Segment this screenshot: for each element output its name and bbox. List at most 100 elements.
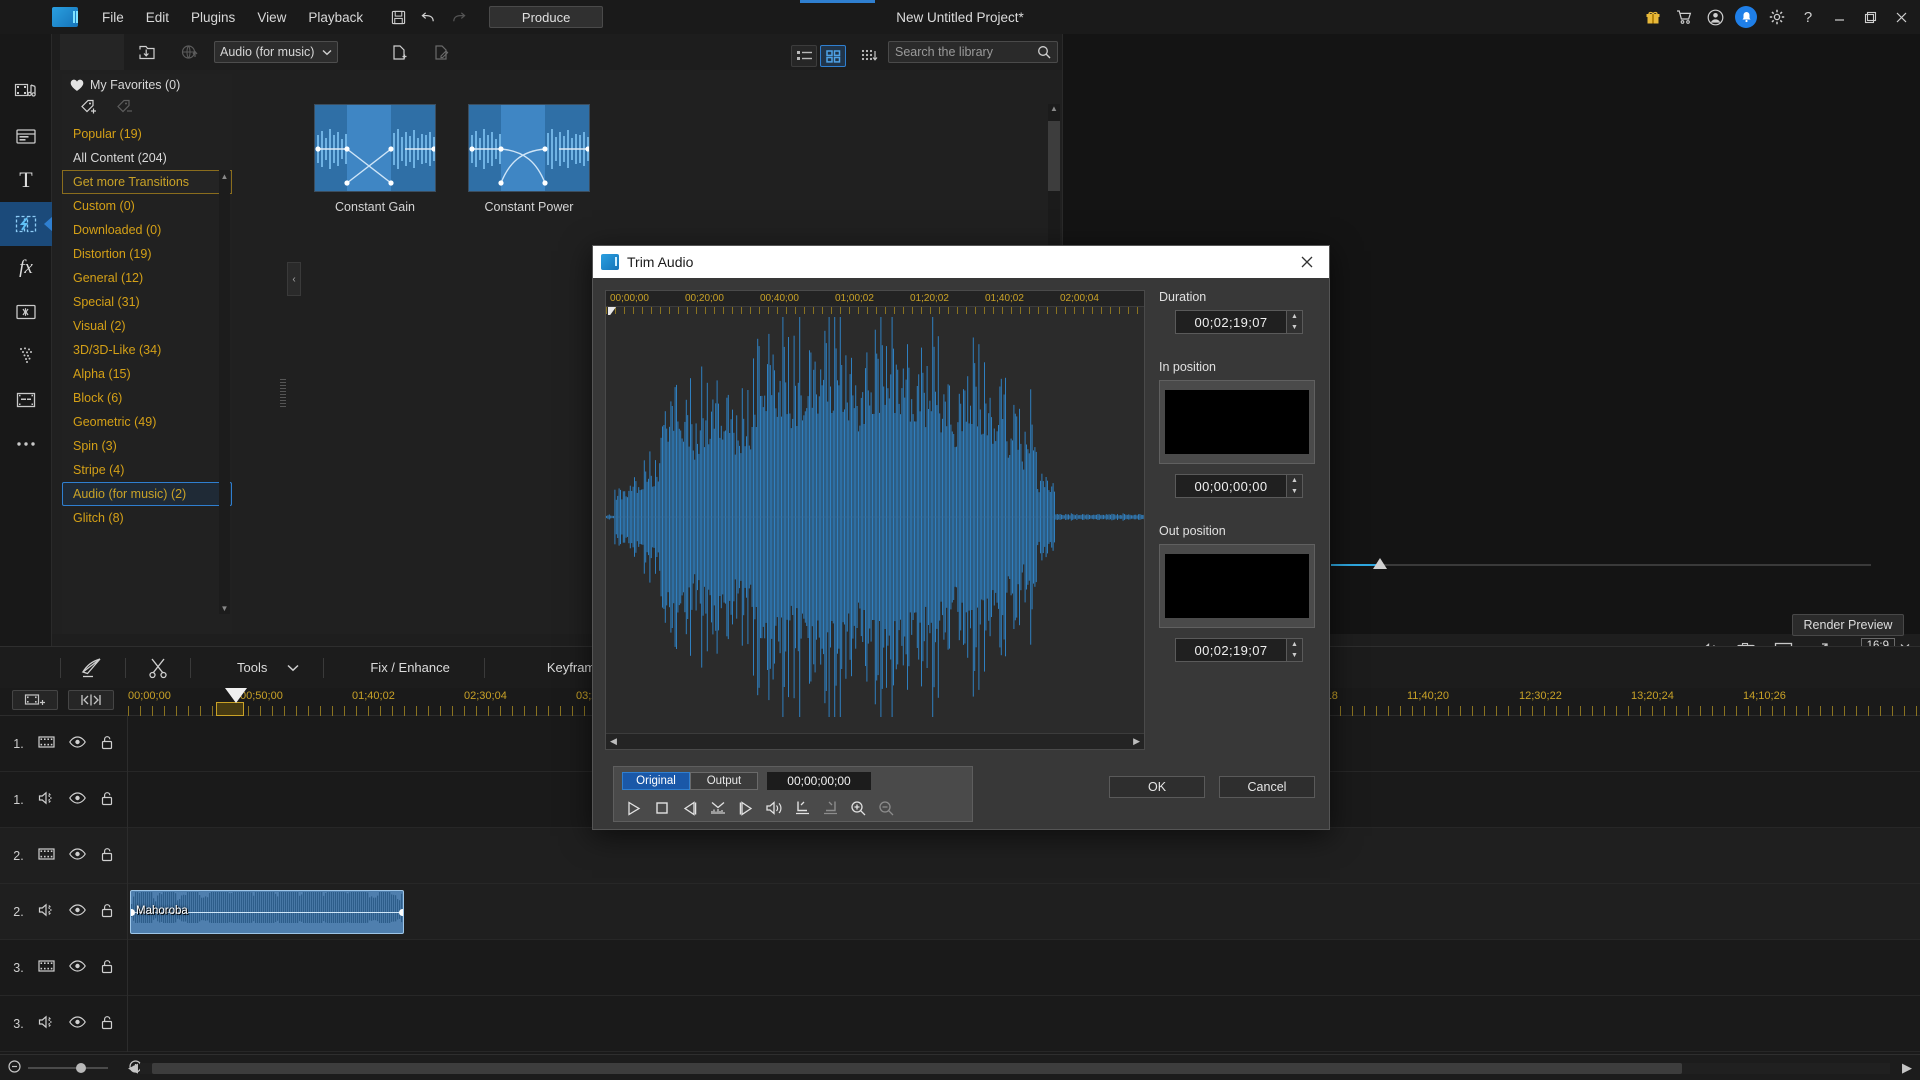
track-row[interactable]: 3. [0,996,1920,1052]
menu-item-edit[interactable]: Edit [136,5,179,30]
search-input[interactable]: Search the library [888,41,1058,63]
category-item[interactable]: Special (31) [62,290,232,314]
tab-original[interactable]: Original [622,772,690,790]
category-item[interactable]: Block (6) [62,386,232,410]
clip-handle-right[interactable] [399,909,404,916]
track-lock-icon[interactable] [100,735,114,753]
scroll-right-icon[interactable]: ▶ [1902,1060,1912,1076]
fix-enhance-button[interactable]: Fix / Enhance [360,660,460,675]
cart-icon[interactable] [1673,6,1695,28]
in-position-thumbnail[interactable] [1159,380,1315,464]
menu-item-playback[interactable]: Playback [298,5,373,30]
gear-icon[interactable] [1766,6,1788,28]
stop-icon[interactable] [648,796,676,820]
waveform-ruler[interactable]: 00;00;0000;20;0000;40;0001;00;0201;20;02… [606,291,1144,307]
scroll-up-icon[interactable]: ▲ [219,170,230,182]
category-item[interactable]: Stripe (4) [62,458,232,482]
library-tab[interactable] [60,34,124,70]
detail-view-button[interactable] [852,41,886,71]
zoom-out-icon[interactable] [8,1060,21,1076]
category-item[interactable]: Distortion (19) [62,242,232,266]
tab-output[interactable]: Output [690,772,758,790]
sidebar-item-subtitle[interactable] [0,378,52,422]
category-item[interactable]: All Content (204) [62,146,232,170]
mark-out-icon[interactable] [816,796,844,820]
scroll-thumb[interactable] [152,1063,1682,1074]
list-item[interactable]: Constant Gain [314,104,436,214]
sidebar-item-effects[interactable]: fx [0,246,52,290]
globe-download-icon[interactable] [172,37,206,67]
category-item[interactable]: Spin (3) [62,434,232,458]
category-item[interactable]: 3D/3D-Like (34) [62,338,232,362]
collapse-panel-button[interactable]: ‹ [287,262,301,296]
scroll-right-icon[interactable]: ▶ [1133,736,1140,747]
category-item[interactable]: Visual (2) [62,314,232,338]
category-item[interactable]: Downloaded (0) [62,218,232,242]
track-lock-icon[interactable] [100,959,114,977]
waveform-icon[interactable] [704,796,732,820]
grid-view-button[interactable] [820,45,846,67]
list-item[interactable]: Constant Power [468,104,590,214]
track-lock-icon[interactable] [100,1015,114,1033]
play-icon[interactable] [620,796,648,820]
sidebar-item-overlays[interactable] [0,290,52,334]
category-item[interactable]: Custom (0) [62,194,232,218]
gift-icon[interactable] [1642,6,1664,28]
snap-icon[interactable] [68,690,114,710]
cancel-button[interactable]: Cancel [1219,776,1315,798]
produce-button[interactable]: Produce [489,6,603,28]
list-view-button[interactable] [791,45,817,67]
category-item[interactable]: Geometric (49) [62,410,232,434]
waveform-panel[interactable]: 00;00;0000;20;0000;40;0001;00;0201;20;02… [605,290,1145,750]
sidebar-item-more[interactable] [0,422,52,466]
save-icon[interactable] [385,5,411,29]
category-item[interactable]: Popular (19) [62,122,232,146]
track-lock-icon[interactable] [100,791,114,809]
add-tag-icon[interactable] [80,98,102,116]
track-row[interactable]: 3. [0,940,1920,996]
waveform-canvas[interactable] [606,315,1144,719]
track-visibility-icon[interactable] [69,792,86,807]
notification-bell-icon[interactable] [1735,6,1757,28]
remove-tag-icon[interactable] [116,98,138,116]
duration-value[interactable]: 00;02;19;07 [1175,310,1287,334]
scroll-down-icon[interactable]: ▼ [219,602,230,614]
out-position-value[interactable]: 00;02;19;07 [1175,638,1287,662]
minimize-button[interactable] [1828,6,1850,28]
track-row[interactable]: 2.Mahoroba [0,884,1920,940]
category-item[interactable]: General (12) [62,266,232,290]
out-position-stepper[interactable]: ▲▼ [1287,638,1303,662]
in-position-stepper[interactable]: ▲▼ [1287,474,1303,498]
category-item[interactable]: Alpha (15) [62,362,232,386]
audio-clip[interactable]: Mahoroba [130,890,404,934]
track-visibility-icon[interactable] [69,736,86,751]
sidebar-item-transitions[interactable] [0,202,52,246]
sidebar-item-media[interactable] [0,70,52,114]
duration-stepper[interactable]: ▲▼ [1287,310,1303,334]
scissors-icon[interactable] [138,653,178,683]
track-visibility-icon[interactable] [69,848,86,863]
track-visibility-icon[interactable] [69,1016,86,1031]
help-icon[interactable]: ? [1797,6,1819,28]
zoom-slider-handle[interactable] [76,1063,86,1073]
category-select[interactable]: Audio (for music) [214,41,338,63]
volume-icon[interactable] [760,796,788,820]
panel-resize-grip[interactable] [280,379,286,409]
chevron-down-icon[interactable] [287,664,299,672]
tools-button[interactable]: Tools [227,660,277,675]
menu-item-file[interactable]: File [92,5,134,30]
close-button[interactable] [1890,6,1912,28]
preview-scrubber[interactable] [1331,560,1871,570]
new-file-icon[interactable] [382,37,416,67]
scroll-thumb[interactable] [1048,121,1060,191]
account-icon[interactable] [1704,6,1726,28]
waveform-hscroll[interactable]: ◀ ▶ [606,733,1144,749]
track-visibility-icon[interactable] [69,904,86,919]
horizontal-scrollbar[interactable] [140,1063,1890,1074]
pencil-icon[interactable] [73,653,113,683]
zoom-out-icon[interactable] [872,796,900,820]
mark-in-icon[interactable] [788,796,816,820]
category-item[interactable]: Get more Transitions [62,170,232,194]
ok-button[interactable]: OK [1109,776,1205,798]
redo-icon[interactable] [445,5,471,29]
